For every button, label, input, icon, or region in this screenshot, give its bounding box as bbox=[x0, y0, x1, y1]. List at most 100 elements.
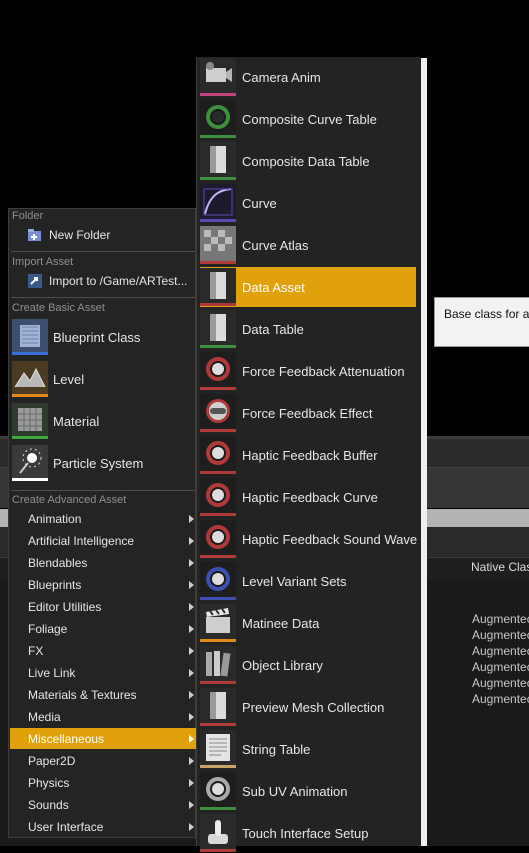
asset-item-label: Matinee Data bbox=[242, 615, 320, 631]
asset-item-label: Composite Data Table bbox=[242, 153, 370, 169]
section-header-advanced: Create Advanced Asset bbox=[12, 494, 127, 506]
category-materials-textures[interactable]: Materials & Textures bbox=[10, 684, 196, 705]
blueprint-class-icon bbox=[12, 319, 48, 355]
asset-item-label: Data Table bbox=[242, 321, 304, 337]
class-list-row[interactable]: Augmentec bbox=[472, 644, 529, 658]
separator bbox=[11, 490, 195, 491]
asset-item-composite-data-table[interactable]: Composite Data Table bbox=[200, 141, 416, 181]
asset-item-label: Data Asset bbox=[242, 279, 305, 295]
asset-item-matinee-data[interactable]: Matinee Data bbox=[200, 603, 416, 643]
category-paper2d[interactable]: Paper2D bbox=[10, 750, 196, 771]
asset-item-label: Composite Curve Table bbox=[242, 111, 377, 127]
preview-mesh-collection-icon bbox=[200, 688, 236, 726]
asset-item-force-feedback-attenuation[interactable]: Force Feedback Attenuation bbox=[200, 351, 416, 391]
category-label: Live Link bbox=[28, 665, 76, 680]
class-list-row[interactable]: Augmentec bbox=[472, 692, 529, 706]
category-fx[interactable]: FX bbox=[10, 640, 196, 661]
submenu-arrow-icon bbox=[189, 537, 194, 545]
category-media[interactable]: Media bbox=[10, 706, 196, 727]
asset-item-label: Force Feedback Effect bbox=[242, 405, 373, 421]
submenu-arrow-icon bbox=[189, 515, 194, 523]
category-artificial-intelligence[interactable]: Artificial Intelligence bbox=[10, 530, 196, 551]
category-physics[interactable]: Physics bbox=[10, 772, 196, 793]
asset-item-curve[interactable]: Curve bbox=[200, 183, 416, 223]
haptic-feedback-curve-icon bbox=[200, 478, 236, 516]
submenu-arrow-icon bbox=[189, 647, 194, 655]
asset-item-preview-mesh-collection[interactable]: Preview Mesh Collection bbox=[200, 687, 416, 727]
class-list-row[interactable]: Augmentec bbox=[472, 676, 529, 690]
asset-item-label: Object Library bbox=[242, 657, 323, 673]
category-label: Artificial Intelligence bbox=[28, 533, 135, 548]
import-item[interactable]: Import to /Game/ARTest... bbox=[27, 271, 188, 291]
force-feedback-attenuation-icon bbox=[200, 352, 236, 390]
asset-item-string-table[interactable]: String Table bbox=[200, 729, 416, 769]
material-icon bbox=[12, 403, 48, 439]
asset-item-haptic-feedback-curve[interactable]: Haptic Feedback Curve bbox=[200, 477, 416, 517]
asset-item-label: Camera Anim bbox=[242, 69, 321, 85]
haptic-feedback-buffer-icon bbox=[200, 436, 236, 474]
basic-asset-level[interactable]: Level bbox=[12, 359, 194, 399]
submenu-arrow-icon bbox=[189, 625, 194, 633]
string-table-icon bbox=[200, 730, 236, 768]
category-user-interface[interactable]: User Interface bbox=[10, 816, 196, 837]
add-new-context-menu: Folder New Folder Import Asset Import to… bbox=[8, 208, 196, 838]
asset-item-label: Curve Atlas bbox=[242, 237, 309, 253]
category-live-link[interactable]: Live Link bbox=[10, 662, 196, 683]
asset-item-touch-interface-setup[interactable]: Touch Interface Setup bbox=[200, 813, 416, 853]
asset-item-data-asset[interactable]: Data Asset bbox=[200, 267, 416, 307]
basic-asset-label: Particle System bbox=[53, 455, 144, 471]
category-label: User Interface bbox=[28, 819, 104, 834]
composite-curve-table-icon bbox=[200, 100, 236, 138]
category-label: Animation bbox=[28, 511, 82, 526]
asset-item-level-variant-sets[interactable]: Level Variant Sets bbox=[200, 561, 416, 601]
category-label: Media bbox=[28, 709, 61, 724]
asset-item-label: Sub UV Animation bbox=[242, 783, 348, 799]
asset-item-sub-uv-animation[interactable]: Sub UV Animation bbox=[200, 771, 416, 811]
curve-icon bbox=[200, 184, 236, 222]
asset-item-camera-anim[interactable]: Camera Anim bbox=[200, 57, 416, 97]
submenu-arrow-icon bbox=[189, 713, 194, 721]
basic-asset-particle-system[interactable]: Particle System bbox=[12, 443, 194, 483]
category-label: Sounds bbox=[28, 797, 69, 812]
separator bbox=[11, 251, 195, 252]
data-table-icon bbox=[200, 310, 236, 348]
basic-asset-label: Material bbox=[53, 413, 100, 429]
submenu-arrow-icon bbox=[189, 823, 194, 831]
matinee-data-icon bbox=[200, 604, 236, 642]
asset-item-haptic-feedback-buffer[interactable]: Haptic Feedback Buffer bbox=[200, 435, 416, 475]
asset-item-label: Force Feedback Attenuation bbox=[242, 363, 405, 379]
class-list-row[interactable]: Augmentec bbox=[472, 628, 529, 642]
asset-item-label: String Table bbox=[242, 741, 311, 757]
category-label: Paper2D bbox=[28, 753, 76, 768]
category-blueprints[interactable]: Blueprints bbox=[10, 574, 196, 595]
category-label: FX bbox=[28, 643, 44, 658]
class-list-row[interactable]: Augmentec bbox=[472, 660, 529, 674]
basic-asset-material[interactable]: Material bbox=[12, 401, 194, 441]
asset-item-haptic-feedback-sound-wave[interactable]: Haptic Feedback Sound Wave bbox=[200, 519, 417, 559]
asset-item-composite-curve-table[interactable]: Composite Curve Table bbox=[200, 99, 416, 139]
category-label: Miscellaneous bbox=[28, 731, 105, 746]
category-animation[interactable]: Animation bbox=[10, 508, 196, 529]
haptic-feedback-sound-wave-icon bbox=[200, 520, 236, 558]
category-label: Materials & Textures bbox=[28, 687, 137, 702]
category-foliage[interactable]: Foliage bbox=[10, 618, 196, 639]
class-list-row[interactable]: Augmentec bbox=[472, 612, 529, 626]
asset-item-label: Touch Interface Setup bbox=[242, 825, 369, 841]
category-label: Editor Utilities bbox=[28, 599, 102, 614]
category-editor-utilities[interactable]: Editor Utilities bbox=[10, 596, 196, 617]
camera-anim-icon bbox=[200, 58, 236, 96]
native-class-column-header[interactable]: Native Clas bbox=[471, 560, 529, 574]
basic-asset-blueprint-class[interactable]: Blueprint Class bbox=[12, 317, 194, 357]
section-header-import: Import Asset bbox=[12, 256, 74, 268]
category-blendables[interactable]: Blendables bbox=[10, 552, 196, 573]
asset-item-force-feedback-effect[interactable]: Force Feedback Effect bbox=[200, 393, 416, 433]
asset-item-label: Curve bbox=[242, 195, 277, 211]
tooltip: Base class for a bbox=[434, 297, 529, 347]
asset-item-data-table[interactable]: Data Table bbox=[200, 309, 416, 349]
new-folder-item[interactable]: New Folder bbox=[27, 225, 110, 245]
asset-item-curve-atlas[interactable]: Curve Atlas bbox=[200, 225, 416, 265]
asset-item-object-library[interactable]: Object Library bbox=[200, 645, 416, 685]
new-folder-icon bbox=[27, 227, 43, 243]
category-miscellaneous[interactable]: Miscellaneous bbox=[10, 728, 196, 749]
category-sounds[interactable]: Sounds bbox=[10, 794, 196, 815]
